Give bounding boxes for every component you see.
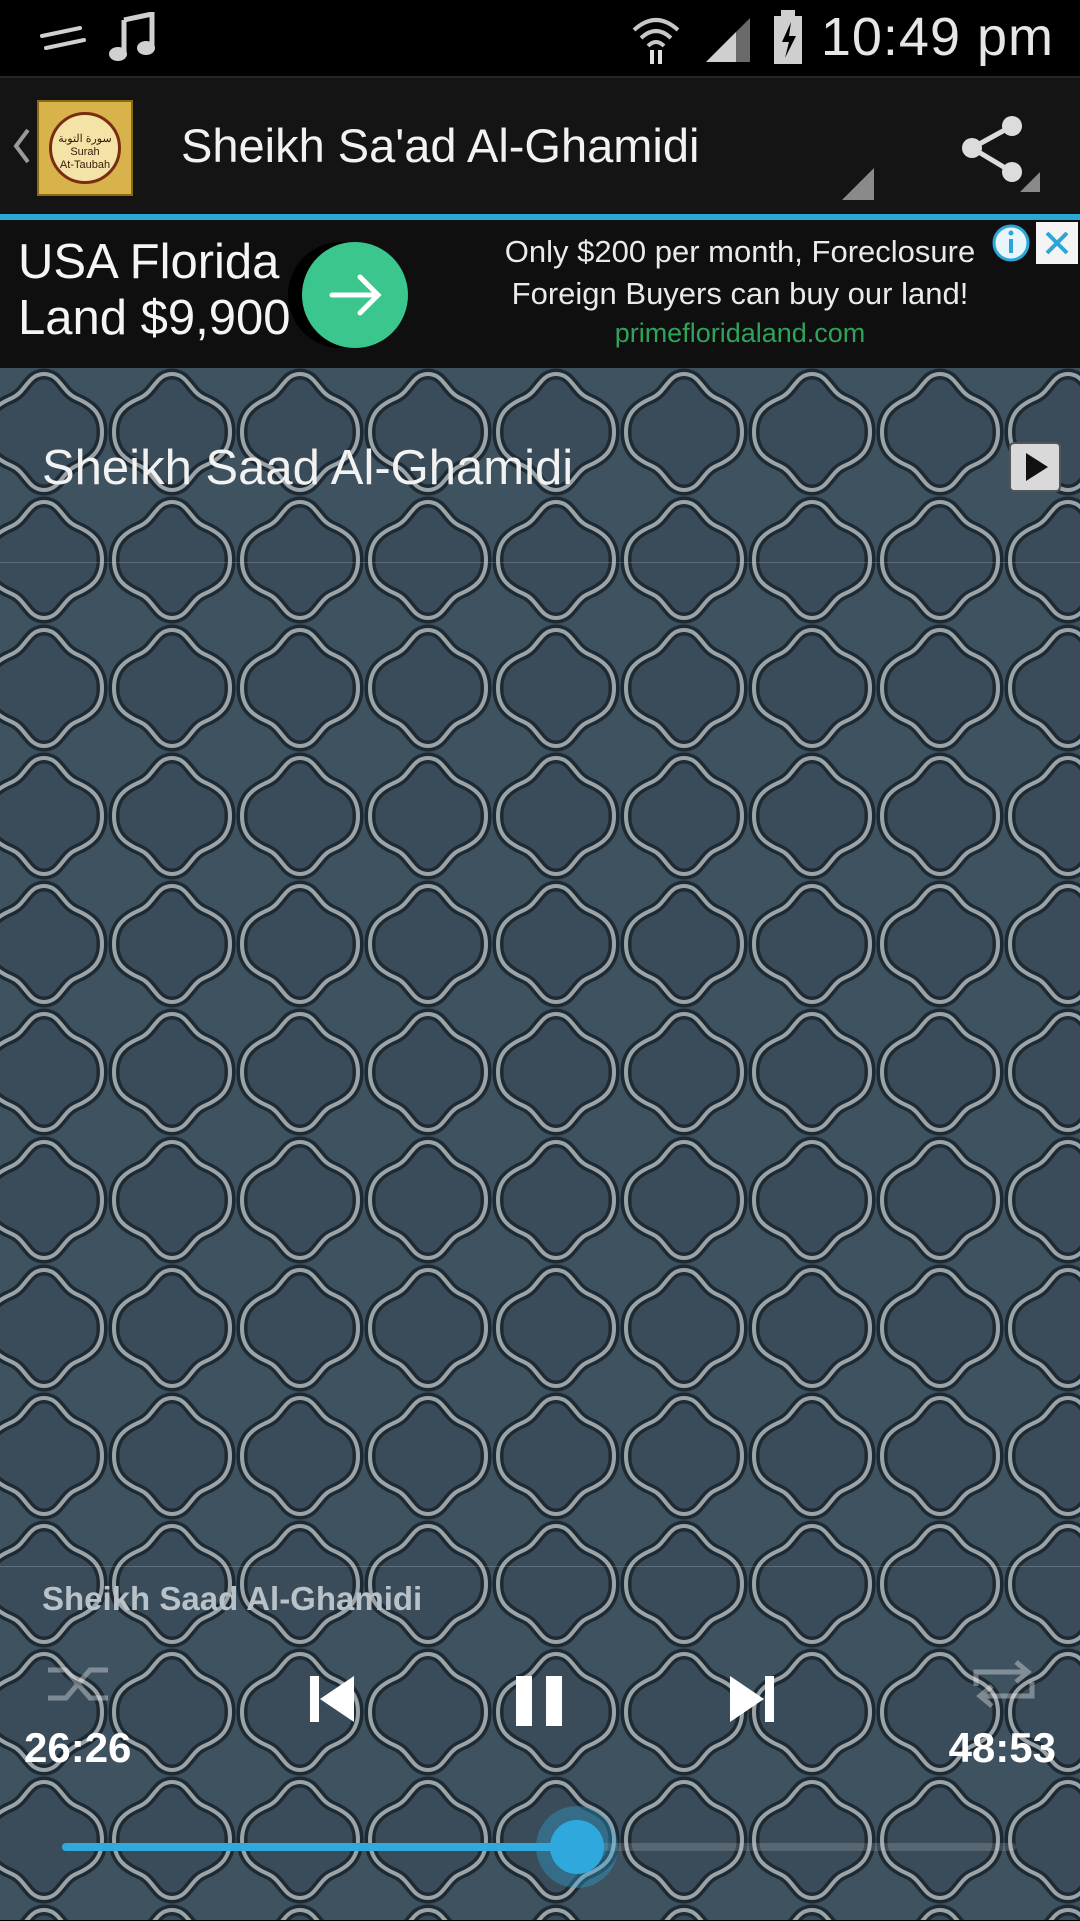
back-icon[interactable]: [10, 126, 34, 166]
ad-info-icon[interactable]: [990, 222, 1032, 264]
seek-progress: [62, 1843, 577, 1851]
app-logo[interactable]: سورة التوبة Surah At-Taubah: [37, 100, 133, 196]
ad-go-button[interactable]: [302, 242, 408, 348]
clock: 10:49 pm: [820, 7, 1054, 67]
pause-icon[interactable]: [512, 1674, 568, 1728]
player-panel: [0, 1566, 1080, 1921]
page-title: Sheikh Sa'ad Al-Ghamidi: [181, 119, 700, 172]
ad-url[interactable]: primefloridaland.com: [430, 318, 1050, 349]
wifi-icon: [632, 18, 680, 64]
seek-thumb[interactable]: [550, 1820, 604, 1874]
next-icon[interactable]: [728, 1672, 776, 1726]
ad-close-icon[interactable]: [1036, 222, 1078, 264]
previous-icon[interactable]: [308, 1672, 356, 1726]
current-time: 26:26: [24, 1724, 132, 1771]
app-logo-arabic: سورة التوبة: [58, 133, 112, 145]
action-bar: سورة التوبة Surah At-Taubah Sheikh Sa'ad…: [0, 76, 1080, 216]
app-logo-line1: Surah: [70, 146, 100, 158]
list-item[interactable]: Sheikh Saad Al-Ghamidi: [0, 368, 1080, 563]
play-icon[interactable]: [1008, 441, 1062, 493]
music-note-icon: [109, 12, 155, 61]
cell-signal-icon: [706, 18, 750, 62]
shuffle-icon[interactable]: [44, 1656, 116, 1712]
signal-icon: [40, 26, 86, 50]
ad-headline[interactable]: USA Florida Land $9,900: [18, 234, 308, 346]
ad-banner[interactable]: USA Florida Land $9,900 Only $200 per mo…: [0, 220, 1080, 371]
status-bar: 10:49 pm: [0, 0, 1080, 76]
dropdown-corner-icon[interactable]: [840, 166, 876, 202]
share-menu-corner-icon: [1020, 172, 1040, 192]
now-playing-title: Sheikh Saad Al-Ghamidi: [42, 1580, 423, 1617]
ad-text-line1[interactable]: Only $200 per month, Foreclosure: [430, 234, 1050, 270]
ad-text-line2[interactable]: Foreign Buyers can buy our land!: [430, 276, 1050, 312]
arrow-right-icon: [329, 274, 382, 316]
track-title[interactable]: Sheikh Saad Al-Ghamidi: [42, 440, 573, 496]
app-logo-line2: At-Taubah: [59, 159, 111, 171]
app-logo-badge: سورة التوبة Surah At-Taubah: [49, 112, 121, 184]
repeat-icon[interactable]: [966, 1656, 1042, 1712]
total-time: 48:53: [948, 1724, 1056, 1771]
battery-charging-icon: [774, 10, 802, 64]
